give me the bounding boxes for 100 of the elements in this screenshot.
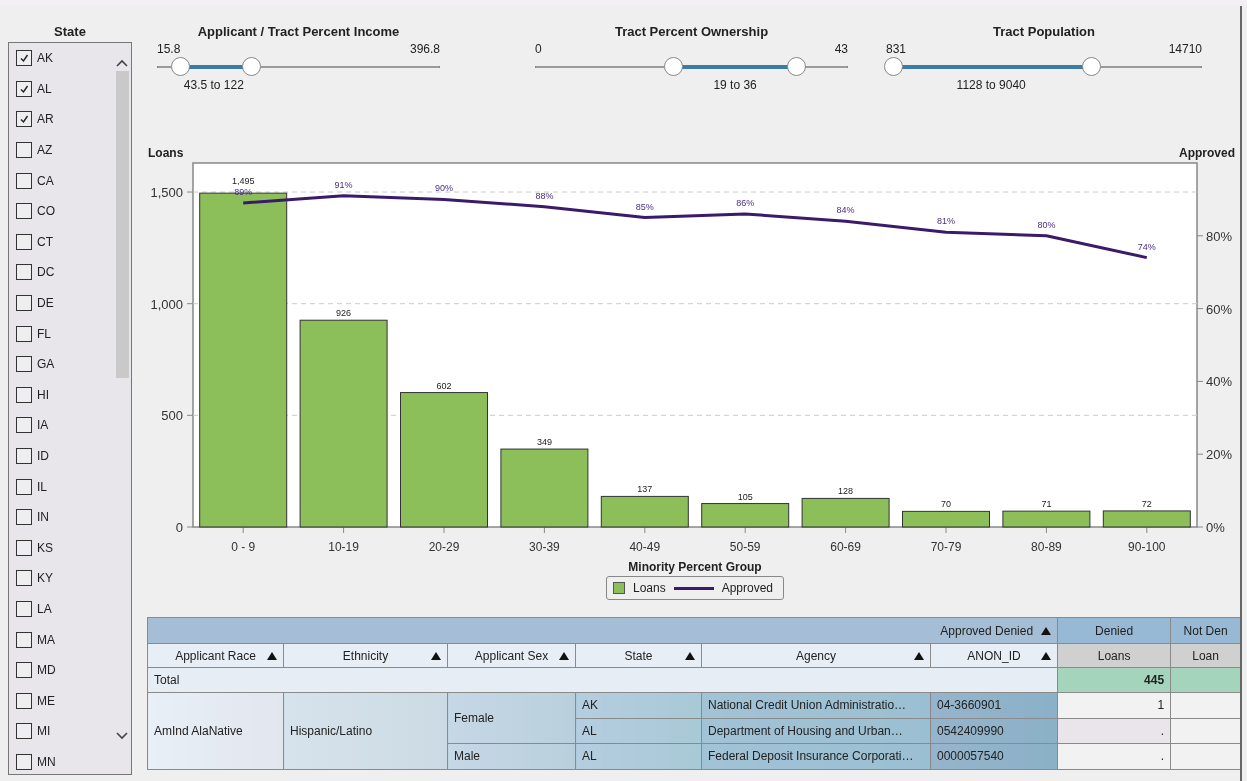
checkbox[interactable] bbox=[16, 662, 32, 679]
state-label: CA bbox=[37, 172, 54, 190]
max-label: 396.8 bbox=[409, 42, 440, 56]
checkbox[interactable] bbox=[16, 356, 32, 373]
checkbox[interactable] bbox=[16, 478, 32, 495]
state-label: IN bbox=[37, 509, 49, 527]
sort-icon[interactable] bbox=[431, 651, 441, 660]
table-cell: 445 bbox=[1057, 667, 1171, 693]
slider-thumb[interactable] bbox=[171, 57, 191, 76]
slider-thumb[interactable] bbox=[241, 57, 261, 76]
state-label: AZ bbox=[37, 142, 53, 160]
state-label: IL bbox=[37, 478, 47, 496]
checkbox[interactable] bbox=[16, 448, 32, 464]
data-label: 80% bbox=[1037, 219, 1056, 230]
state-label: AL bbox=[37, 80, 52, 98]
checkbox[interactable] bbox=[16, 386, 32, 403]
table-cell: 0000057540 bbox=[930, 743, 1058, 769]
data-label: 84% bbox=[836, 205, 855, 216]
checkbox[interactable] bbox=[16, 264, 32, 281]
data-label: 1,495 bbox=[231, 176, 255, 187]
sort-icon[interactable] bbox=[685, 651, 695, 660]
axis-label: 500 bbox=[161, 408, 183, 424]
scroll-up-icon[interactable] bbox=[116, 59, 128, 67]
data-label: 105 bbox=[737, 491, 753, 502]
state-label: ID bbox=[37, 448, 49, 465]
axis-label: 10-19 bbox=[328, 540, 359, 554]
checkbox[interactable] bbox=[16, 233, 32, 250]
slider-title: Tract Population bbox=[992, 24, 1096, 40]
data-label: 72 bbox=[1141, 498, 1152, 509]
table-cell: Total bbox=[147, 667, 1058, 693]
checkbox[interactable] bbox=[16, 692, 32, 709]
sort-icon[interactable] bbox=[267, 651, 277, 660]
table-cell: Female bbox=[447, 692, 576, 744]
axis-label: 0% bbox=[1206, 520, 1225, 535]
checkbox[interactable] bbox=[16, 80, 32, 97]
table-cell: AL bbox=[575, 718, 702, 744]
checkbox[interactable] bbox=[16, 570, 32, 587]
checkbox[interactable] bbox=[16, 203, 32, 220]
checkbox[interactable] bbox=[16, 601, 32, 617]
sort-icon[interactable] bbox=[559, 651, 569, 660]
checkbox[interactable] bbox=[16, 631, 32, 648]
column-group-header[interactable]: Approved Denied bbox=[940, 621, 1034, 640]
sort-icon[interactable] bbox=[1041, 651, 1052, 660]
checkbox[interactable] bbox=[16, 509, 32, 526]
table-cell: AL bbox=[575, 743, 702, 769]
data-label: 88% bbox=[535, 190, 554, 201]
sort-icon[interactable] bbox=[914, 651, 924, 660]
checkbox[interactable] bbox=[16, 417, 32, 434]
state-label: MN bbox=[37, 753, 56, 771]
checkbox[interactable] bbox=[16, 142, 32, 159]
checkbox[interactable] bbox=[16, 50, 32, 67]
data-label: 926 bbox=[336, 308, 352, 319]
table-cell: 0542409990 bbox=[930, 718, 1058, 744]
table-cell: . bbox=[1057, 743, 1171, 769]
table-cell: Department of Housing and Urban… bbox=[701, 718, 931, 744]
slider-thumb[interactable] bbox=[786, 57, 806, 76]
check-icon bbox=[19, 53, 29, 64]
state-label: MD bbox=[37, 662, 56, 680]
slider-thumb[interactable] bbox=[1082, 57, 1102, 76]
column-header[interactable]: State bbox=[624, 646, 653, 665]
table-cell: AmInd AlaNative bbox=[147, 692, 284, 769]
axis-title: Loans bbox=[148, 146, 184, 160]
column-group-header[interactable]: Not Den bbox=[1170, 617, 1240, 644]
data-label: 128 bbox=[838, 486, 854, 497]
table-cell: Male bbox=[447, 743, 576, 769]
slider-title: Tract Percent Ownership bbox=[613, 24, 770, 40]
data-label: 349 bbox=[536, 437, 552, 448]
checkbox[interactable] bbox=[16, 111, 32, 128]
data-label: 74% bbox=[1137, 241, 1156, 252]
data-label: 85% bbox=[635, 201, 654, 212]
checkbox[interactable] bbox=[16, 539, 32, 556]
scrollbar-thumb[interactable] bbox=[115, 71, 129, 378]
checkbox[interactable] bbox=[16, 172, 32, 189]
checkbox[interactable] bbox=[16, 723, 32, 740]
panel-title: State bbox=[53, 24, 87, 40]
state-label: GA bbox=[37, 356, 55, 374]
state-label: KY bbox=[37, 570, 53, 588]
axis-label: 20% bbox=[1206, 447, 1233, 463]
slider-thumb[interactable] bbox=[884, 57, 904, 76]
range-label: 43.5 to 122 bbox=[183, 78, 244, 92]
data-label: 91% bbox=[334, 179, 353, 190]
axis-label: 30-39 bbox=[529, 540, 560, 554]
sort-icon[interactable] bbox=[1041, 626, 1052, 635]
check-icon bbox=[19, 114, 29, 125]
state-label: KS bbox=[37, 539, 53, 557]
axis-label: 1,500 bbox=[150, 185, 183, 201]
axis-title: Minority Percent Group bbox=[628, 560, 762, 574]
slider-thumb[interactable] bbox=[663, 57, 683, 76]
data-label: 86% bbox=[736, 197, 755, 208]
checkbox[interactable] bbox=[16, 295, 32, 312]
checkbox[interactable] bbox=[16, 325, 32, 342]
column-group-header[interactable]: Denied bbox=[1057, 617, 1171, 644]
state-label: HI bbox=[37, 386, 49, 404]
checkbox[interactable] bbox=[16, 753, 32, 770]
table-cell: 1 bbox=[1057, 692, 1171, 718]
column-header[interactable]: Loans bbox=[1057, 643, 1171, 668]
column-header[interactable]: Agency bbox=[796, 646, 836, 665]
check-icon bbox=[19, 83, 29, 94]
state-label: IA bbox=[37, 417, 49, 435]
scroll-down-icon[interactable] bbox=[116, 732, 128, 740]
